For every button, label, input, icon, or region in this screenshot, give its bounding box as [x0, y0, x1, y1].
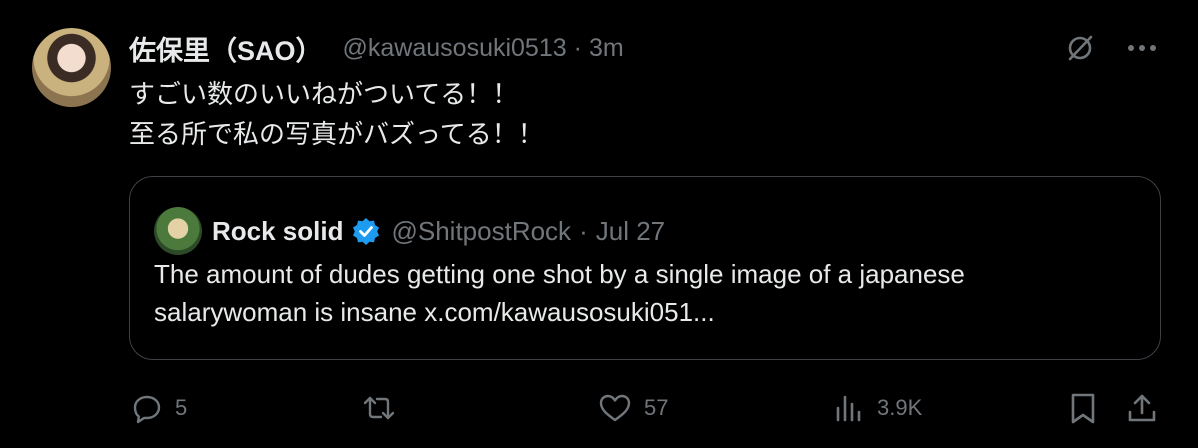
quoted-tweet-header: Rock solid @ShitpostRock · Jul 27: [212, 207, 665, 255]
quoted-tweet-text: The amount of dudes getting one shot by …: [154, 255, 1144, 331]
reply-button[interactable]: 5: [131, 388, 187, 428]
like-count: 57: [644, 395, 669, 420]
tweet-action-bar: 5 57 3.9K: [129, 388, 1169, 428]
tweet-top-actions: [1062, 30, 1160, 66]
repost-button[interactable]: [361, 388, 409, 428]
repost-icon: [361, 392, 397, 424]
share-button[interactable]: [1125, 388, 1159, 428]
verified-badge-icon: [351, 216, 381, 246]
views-icon: [833, 392, 865, 424]
share-icon: [1125, 391, 1159, 425]
views-count: 3.9K: [877, 395, 923, 420]
like-button[interactable]: 57: [598, 388, 668, 428]
reply-count: 5: [175, 395, 188, 420]
quoted-author-avatar[interactable]: [154, 207, 202, 255]
author-display-name[interactable]: 佐保里（SAO）: [129, 29, 323, 68]
views-button[interactable]: 3.9K: [833, 388, 922, 428]
tweet-text-line: 至る所で私の写真がバズってる！！: [129, 119, 544, 149]
separator-dot: ·: [573, 33, 582, 62]
tweet-header: 佐保里（SAO） @kawausosuki0513 · 3m: [129, 30, 624, 66]
bookmark-icon: [1067, 391, 1099, 425]
quoted-author-handle[interactable]: @ShitpostRock: [391, 216, 571, 247]
quoted-tweet-date[interactable]: Jul 27: [596, 216, 665, 247]
tweet-text: すごい数のいいねがついてる！！ 至る所で私の写真がバズってる！！: [129, 74, 544, 154]
quoted-text-line: The amount of dudes getting one shot by …: [154, 259, 965, 289]
grok-slash-icon[interactable]: [1062, 30, 1098, 66]
more-icon[interactable]: [1124, 30, 1160, 66]
like-icon: [598, 392, 632, 424]
author-handle[interactable]: @kawausosuki0513: [343, 34, 567, 63]
tweet-text-line: すごい数のいいねがついてる！！: [129, 79, 519, 109]
separator-dot: ·: [579, 215, 588, 246]
author-avatar[interactable]: [32, 28, 111, 107]
reply-icon: [131, 392, 163, 424]
tweet-timestamp[interactable]: 3m: [589, 34, 624, 63]
quoted-tweet-card[interactable]: Rock solid @ShitpostRock · Jul 27 The am…: [129, 176, 1161, 360]
quoted-text-line: salarywoman is insane x.com/kawausosuki0…: [154, 297, 715, 327]
bookmark-button[interactable]: [1067, 388, 1099, 428]
quoted-author-name[interactable]: Rock solid: [212, 216, 343, 247]
